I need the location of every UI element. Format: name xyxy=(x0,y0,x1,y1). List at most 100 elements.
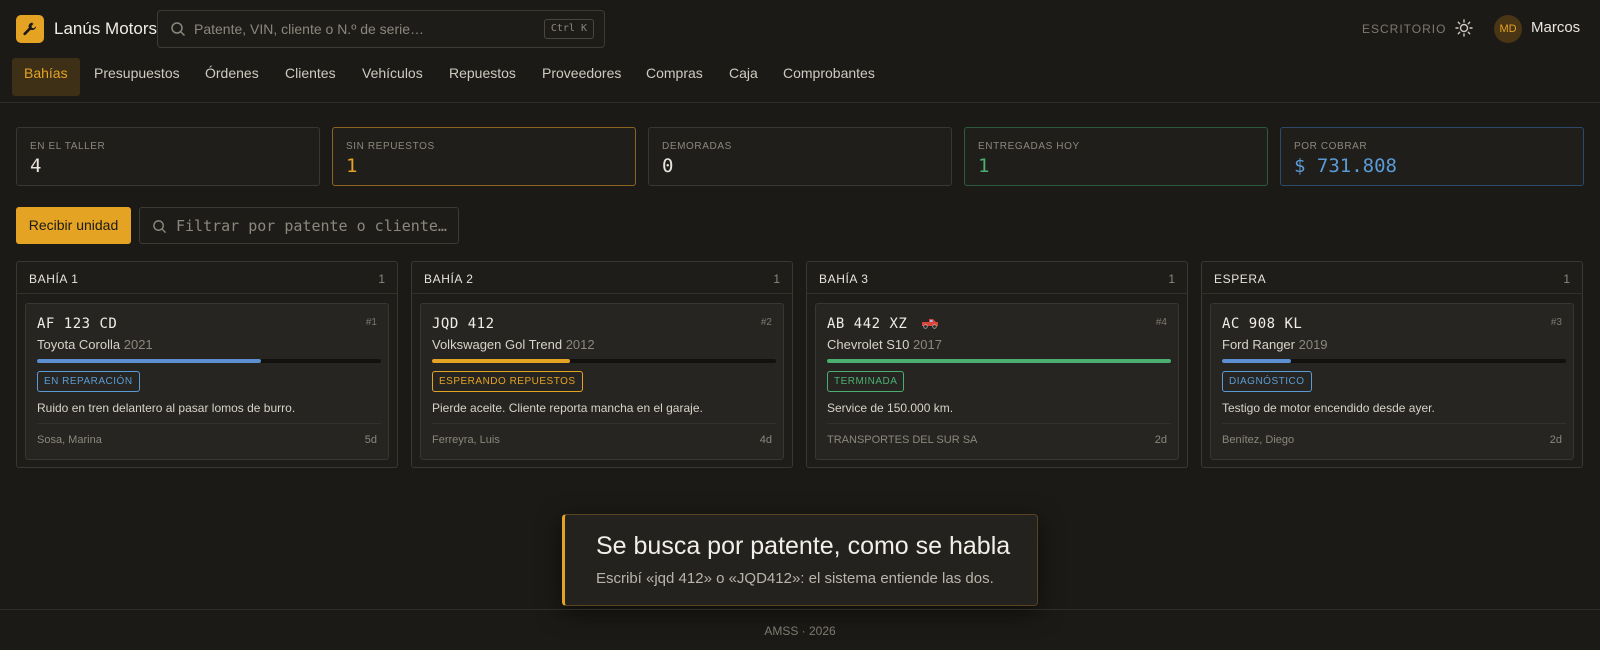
bay-header: ESPERA 1 xyxy=(1202,262,1582,294)
card-number: #4 xyxy=(1155,317,1167,328)
bay-count: 1 xyxy=(1563,272,1570,286)
model-name: Toyota Corolla xyxy=(37,337,121,352)
age: 4d xyxy=(759,434,772,446)
owner-name: Benítez, Diego xyxy=(1222,434,1295,446)
bay-name: BAHÍA 3 xyxy=(819,272,869,286)
wrench-icon[interactable] xyxy=(16,15,44,43)
plate: JQD 412 xyxy=(432,316,495,332)
progress-fill xyxy=(37,359,261,363)
card-number: #3 xyxy=(1550,317,1562,328)
receive-unit-button[interactable]: Recibir unidad xyxy=(16,207,131,244)
tab-presupuestos[interactable]: Presupuestos xyxy=(82,58,192,96)
job-description: Ruido en tren delantero al pasar lomos d… xyxy=(37,401,296,415)
vehicle-model: Chevrolet S10 2017 xyxy=(827,337,942,352)
footer: AMSS · 2026 xyxy=(0,609,1600,650)
kpi-label: POR COBRAR xyxy=(1294,141,1368,152)
main-nav: Bahías Presupuestos Órdenes Clientes Veh… xyxy=(0,58,1600,103)
model-year: 2021 xyxy=(123,337,153,352)
owner-name: Ferreyra, Luis xyxy=(432,434,500,446)
status-badge: TERMINADA xyxy=(827,371,905,392)
tab-repuestos[interactable]: Repuestos xyxy=(437,58,528,96)
owner-name: Sosa, Marina xyxy=(37,434,102,446)
red-pickup-truck-icon xyxy=(922,319,939,329)
kpi-value: 0 xyxy=(662,155,674,177)
status-badge: ESPERANDO REPUESTOS xyxy=(432,371,583,392)
tab-comprobantes[interactable]: Comprobantes xyxy=(771,58,887,96)
kpi-entregadas-hoy[interactable]: ENTREGADAS HOY 1 xyxy=(964,127,1268,186)
global-search-input[interactable]: Patente, VIN, cliente o N.º de serie… Ct… xyxy=(157,10,605,48)
age: 2d xyxy=(1549,434,1562,446)
vehicle-model: Toyota Corolla 2021 xyxy=(37,337,153,352)
search-placeholder: Patente, VIN, cliente o N.º de serie… xyxy=(194,21,425,37)
avatar[interactable]: MD xyxy=(1494,15,1522,43)
kpi-demoradas[interactable]: DEMORADAS 0 xyxy=(648,127,952,186)
status-badge: DIAGNÓSTICO xyxy=(1222,371,1312,392)
user-name[interactable]: Marcos xyxy=(1531,19,1580,36)
vehicle-card[interactable]: JQD 412 #2 Volkswagen Gol Trend 2012 ESP… xyxy=(420,303,784,460)
bay-header: BAHÍA 1 1 xyxy=(17,262,397,294)
job-description: Pierde aceite. Cliente reporta mancha en… xyxy=(432,401,703,415)
tab-proveedores[interactable]: Proveedores xyxy=(530,58,633,96)
progress-fill xyxy=(827,359,1171,363)
tab-compras[interactable]: Compras xyxy=(634,58,715,96)
top-bar: Lanús Motors Patente, VIN, cliente o N.º… xyxy=(0,0,1600,56)
bay-name: ESPERA xyxy=(1214,272,1267,286)
shortcut-badge: Ctrl K xyxy=(543,19,594,39)
tab-vehiculos[interactable]: Vehículos xyxy=(350,58,435,96)
desk-link[interactable]: ESCRITORIO xyxy=(1362,22,1446,36)
job-description: Service de 150.000 km. xyxy=(827,401,954,415)
bay-column: BAHÍA 2 1 JQD 412 #2 Volkswagen Gol Tren… xyxy=(411,261,793,468)
progress-bar xyxy=(432,359,776,363)
vehicle-card[interactable]: AB 442 XZ #4 Chevrolet S10 2017 TERMINAD… xyxy=(815,303,1179,460)
plate: AB 442 XZ xyxy=(827,316,939,332)
progress-bar xyxy=(37,359,381,363)
kpi-por-cobrar[interactable]: POR COBRAR $ 731.808 xyxy=(1280,127,1584,186)
plate-number: AB 442 XZ xyxy=(827,316,908,332)
progress-fill xyxy=(432,359,570,363)
tip-body: Escribí «jqd 412» o «JQD412»: el sistema… xyxy=(596,570,994,587)
filter-input[interactable]: Filtrar por patente o cliente… xyxy=(139,207,459,244)
vehicle-card[interactable]: AF 123 CD #1 Toyota Corolla 2021 EN REPA… xyxy=(25,303,389,460)
kpi-value: $ 731.808 xyxy=(1294,155,1397,177)
bay-column: BAHÍA 1 1 AF 123 CD #1 Toyota Corolla 20… xyxy=(16,261,398,468)
age: 2d xyxy=(1154,434,1167,446)
model-year: 2012 xyxy=(565,337,595,352)
tip-toast[interactable]: Se busca por patente, como se habla Escr… xyxy=(562,514,1038,606)
plate: AF 123 CD xyxy=(37,316,118,332)
kpi-value: 1 xyxy=(978,155,990,177)
tab-caja[interactable]: Caja xyxy=(717,58,770,96)
kpi-en-el-taller[interactable]: EN EL TALLER 4 xyxy=(16,127,320,186)
vehicle-card[interactable]: AC 908 KL #3 Ford Ranger 2019 DIAGNÓSTIC… xyxy=(1210,303,1574,460)
kpi-label: ENTREGADAS HOY xyxy=(978,141,1080,152)
bay-name: BAHÍA 1 xyxy=(29,272,79,286)
kpi-label: DEMORADAS xyxy=(662,141,732,152)
divider xyxy=(1222,423,1566,424)
plate: AC 908 KL xyxy=(1222,316,1303,332)
tab-clientes[interactable]: Clientes xyxy=(273,58,348,96)
model-year: 2017 xyxy=(913,337,942,352)
vehicle-model: Ford Ranger 2019 xyxy=(1222,337,1328,352)
brand-name[interactable]: Lanús Motors xyxy=(54,19,157,39)
vehicle-model: Volkswagen Gol Trend 2012 xyxy=(432,337,595,352)
tab-ordenes[interactable]: Órdenes xyxy=(193,58,271,96)
tab-bahias[interactable]: Bahías xyxy=(12,58,80,96)
bay-header: BAHÍA 2 1 xyxy=(412,262,792,294)
model-name: Ford Ranger xyxy=(1222,337,1295,352)
card-number: #2 xyxy=(760,317,772,328)
kpi-label: EN EL TALLER xyxy=(30,141,106,152)
owner-name: TRANSPORTES DEL SUR SA xyxy=(827,434,978,446)
model-name: Volkswagen Gol Trend xyxy=(432,337,563,352)
status-badge: EN REPARACIÓN xyxy=(37,371,140,392)
filter-placeholder: Filtrar por patente o cliente… xyxy=(176,217,447,235)
progress-fill xyxy=(1222,359,1291,363)
divider xyxy=(432,423,776,424)
kpi-value: 4 xyxy=(30,155,42,177)
age: 5d xyxy=(364,434,377,446)
model-name: Chevrolet S10 xyxy=(827,337,910,352)
bay-count: 1 xyxy=(773,272,780,286)
kpi-sin-repuestos[interactable]: SIN REPUESTOS 1 xyxy=(332,127,636,186)
divider xyxy=(827,423,1171,424)
footer-text: AMSS · 2026 xyxy=(764,624,836,638)
sun-icon[interactable] xyxy=(1455,19,1473,37)
kpi-value: 1 xyxy=(346,155,358,177)
